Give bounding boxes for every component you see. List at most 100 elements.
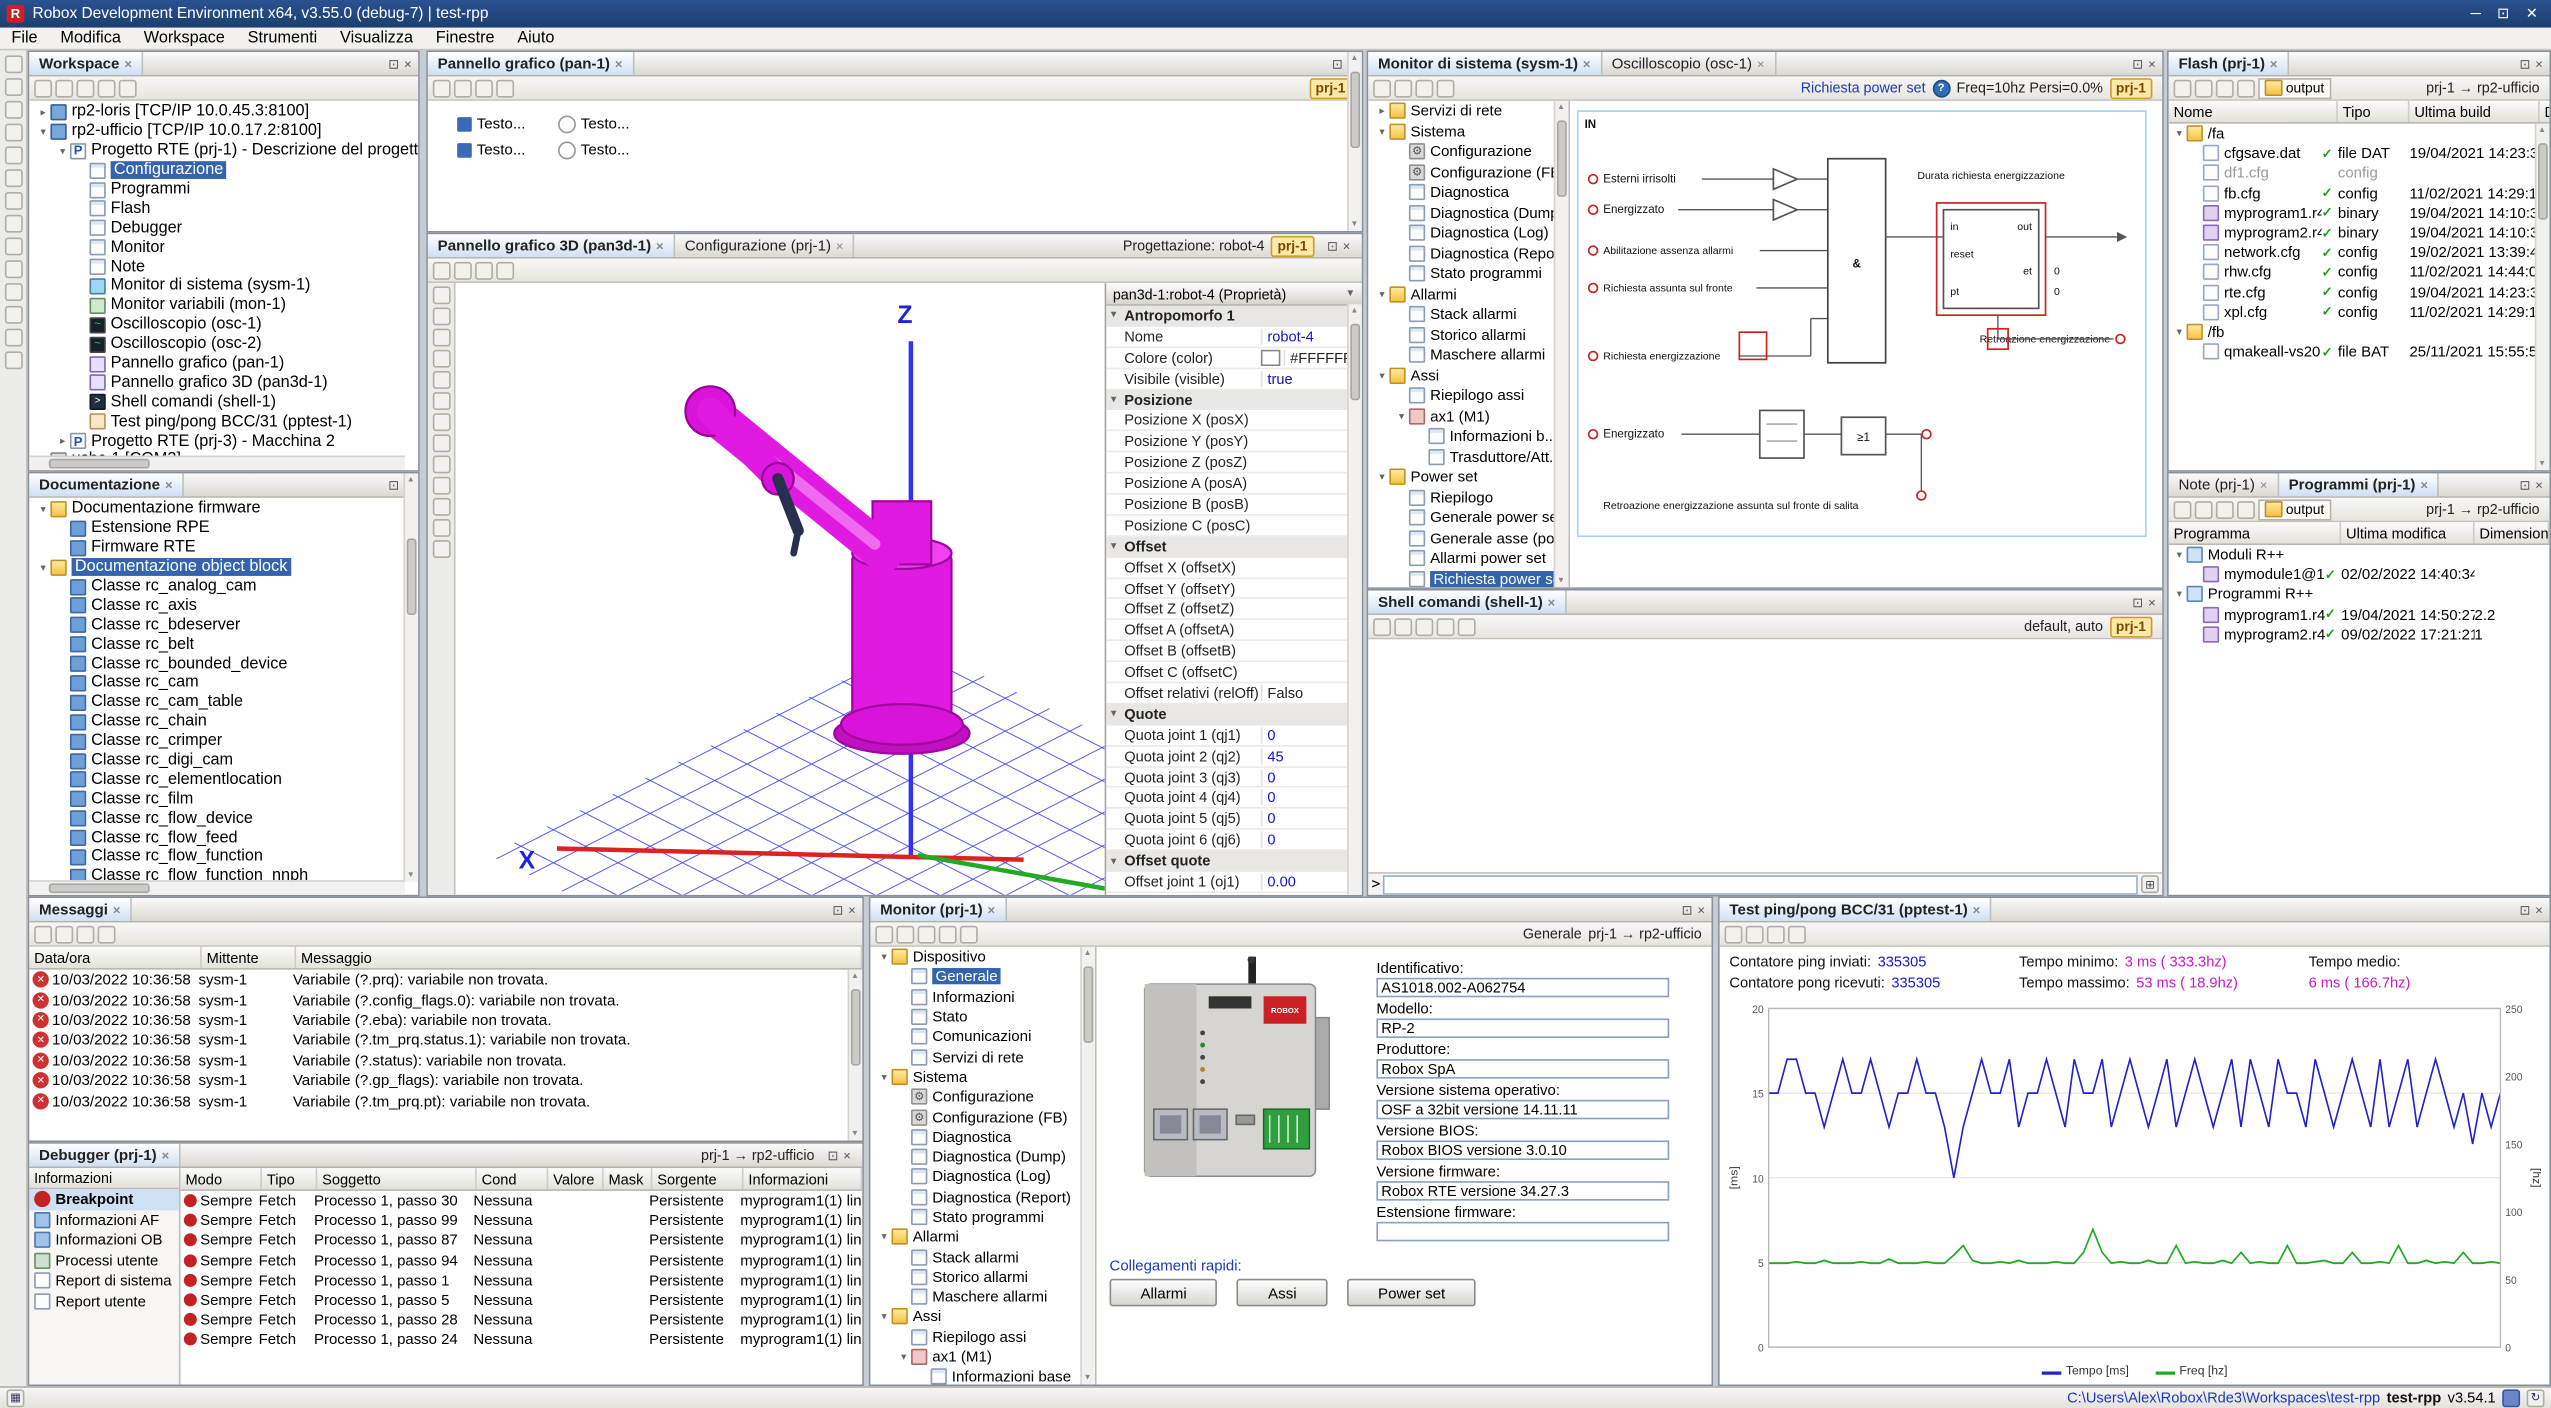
strip-tool-icon[interactable]	[4, 101, 22, 119]
tree-item[interactable]: Generale asse (pow...	[1368, 528, 1555, 548]
tree-item[interactable]: ▾ Sistema	[870, 1067, 1081, 1087]
property-row[interactable]: Posizione Z (posZ)	[1106, 453, 1348, 474]
tab-pptest[interactable]: Test ping/pong BCC/31 (pptest-1) ×	[1720, 898, 1992, 921]
tree-item[interactable]: ▾ Assi	[1368, 365, 1555, 385]
field-value-input[interactable]	[1376, 1100, 1669, 1120]
toolbar-icon[interactable]	[76, 79, 94, 97]
expander-icon[interactable]: ▾	[1111, 310, 1124, 321]
tab-workspace[interactable]: Workspace ×	[29, 52, 143, 75]
tree-item[interactable]: Diagnostica	[870, 1127, 1081, 1147]
expander-icon[interactable]: ▾	[877, 1070, 892, 1083]
breakpoint-row[interactable]: Sempre Fetch Processo 1, passo 5 Nessuna…	[181, 1290, 863, 1310]
panel-float-button[interactable]: ⊡	[1332, 56, 1343, 71]
tree-item[interactable]: ▾ rp2-ufficio [TCP/IP 10.0.17.2:8100]	[29, 122, 418, 141]
breakpoint-row[interactable]: Sempre Fetch Processo 1, passo 30 Nessun…	[181, 1191, 863, 1211]
quick-link-button[interactable]: Allarmi	[1110, 1279, 1218, 1307]
file-row[interactable]: rhw.cfg ✓ config 11/02/2021 14:44:00	[2169, 262, 2550, 282]
file-row[interactable]: rte.cfg ✓ config 19/04/2021 14:23:33	[2169, 282, 2550, 302]
menu-item[interactable]: File	[0, 28, 49, 49]
toolbar-icon[interactable]	[1394, 617, 1412, 635]
shell-command-input[interactable]	[1384, 874, 2138, 894]
expander-icon[interactable]: ▾	[877, 1230, 892, 1243]
expander-icon[interactable]: ▾	[1375, 125, 1390, 138]
property-row[interactable]: Offset Y (offsetY)	[1106, 578, 1348, 599]
breakpoint-row[interactable]: Sempre Fetch Processo 1, passo 1 Nessuna…	[181, 1270, 863, 1290]
tree-item[interactable]: Diagnostica (Report)	[1368, 243, 1555, 263]
vertical-scrollbar[interactable]	[1080, 947, 1095, 1385]
shell-send-icon[interactable]	[2141, 875, 2159, 893]
toolbar-icon[interactable]	[1373, 617, 1391, 635]
menu-item[interactable]: Strumenti	[236, 28, 328, 49]
column-header[interactable]: Tipo	[262, 1168, 317, 1189]
property-row[interactable]: Quota joint 1 (qj1) 0	[1106, 725, 1348, 746]
toolbar-icon[interactable]	[1725, 925, 1743, 943]
property-row[interactable]: Quota joint 4 (qj4) 0	[1106, 788, 1348, 809]
property-row[interactable]: ▾ Offset	[1106, 537, 1348, 558]
tree-item[interactable]: Configurazione (FB)	[1368, 162, 1555, 182]
tree-item[interactable]: ▾ Power set	[1368, 467, 1555, 487]
toolbar-icon[interactable]	[98, 79, 116, 97]
tree-item[interactable]: Stato	[870, 1007, 1081, 1027]
strip-tool-icon[interactable]	[4, 124, 22, 142]
close-icon[interactable]: ×	[2420, 478, 2428, 493]
program-row[interactable]: myprogram2.r4a ✓ 09/02/2022 17:21:21 1	[2169, 624, 2550, 644]
shell-mode-label[interactable]: default, auto	[2024, 618, 2103, 634]
file-row[interactable]: network.cfg ✓ config 19/02/2021 13:39:46	[2169, 243, 2550, 263]
tree-item[interactable]: Diagnostica	[1368, 182, 1555, 202]
expander-icon[interactable]: ▾	[1375, 369, 1390, 382]
view-tool-icon[interactable]	[432, 413, 450, 431]
expander-icon[interactable]: ▾	[1394, 410, 1409, 423]
tree-item[interactable]: ▾ Allarmi	[870, 1227, 1081, 1247]
property-row[interactable]: Offset C (offsetC)	[1106, 662, 1348, 683]
toolbar-icon[interactable]	[475, 79, 493, 97]
file-row[interactable]: df1.cfg config	[2169, 163, 2550, 183]
breakpoint-row[interactable]: Sempre Fetch Processo 1, passo 24 Nessun…	[181, 1330, 863, 1350]
strip-tool-icon[interactable]	[4, 78, 22, 96]
close-icon[interactable]: ×	[1757, 56, 1765, 71]
view-tool-icon[interactable]	[432, 286, 450, 304]
property-row[interactable]: Offset Z (offsetZ)	[1106, 599, 1348, 620]
close-button[interactable]: ✕	[2526, 5, 2538, 23]
expander-icon[interactable]: ▸	[36, 106, 51, 119]
tree-item[interactable]: Oscilloscopio (osc-1)	[29, 315, 418, 334]
menu-item[interactable]: Aiuto	[506, 28, 566, 49]
close-icon[interactable]: ×	[162, 1148, 170, 1163]
expander-icon[interactable]: ▾	[1375, 471, 1390, 484]
message-row[interactable]: 10/03/2022 10:36:58 sysm-1 Variabile (?.…	[29, 990, 862, 1010]
expander-icon[interactable]: ▾	[2172, 588, 2187, 601]
panel-text-item[interactable]: Testo...	[457, 116, 558, 132]
tree-item[interactable]: Stack allarmi	[870, 1247, 1081, 1267]
tree-item[interactable]: Monitor variabili (mon-1)	[29, 296, 418, 315]
close-icon[interactable]: ×	[113, 902, 121, 917]
tree-item[interactable]: ▾ Allarmi	[1368, 284, 1555, 304]
toolbar-icon[interactable]	[1373, 79, 1391, 97]
file-row[interactable]: fb.cfg ✓ config 11/02/2021 14:29:16	[2169, 183, 2550, 203]
minimize-button[interactable]: ─	[2471, 5, 2481, 23]
panel-float-button[interactable]: ⊡	[2519, 56, 2530, 71]
tree-item[interactable]: Classe rc_belt	[29, 635, 403, 654]
column-header[interactable]: Dimensione	[2540, 101, 2551, 122]
property-row[interactable]: Posizione C (posC)	[1106, 516, 1348, 537]
sidebar-item[interactable]: Breakpoint	[29, 1189, 179, 1209]
tree-item[interactable]: Classe rc_film	[29, 790, 403, 809]
property-row[interactable]: Quota joint 2 (qj2) 45	[1106, 746, 1348, 767]
toolbar-icon[interactable]	[896, 925, 914, 943]
sidebar-item[interactable]: Informazioni OB	[29, 1230, 179, 1250]
toolbar-icon[interactable]	[2216, 79, 2234, 97]
panel-float-button[interactable]: ⊡	[2132, 56, 2143, 71]
tree-item[interactable]: ▾ ax1 (M1)	[870, 1347, 1081, 1367]
breakpoint-row[interactable]: Sempre Fetch Processo 1, passo 94 Nessun…	[181, 1250, 863, 1270]
tree-item[interactable]: Allarmi power set	[1368, 548, 1555, 568]
property-row[interactable]: Offset B (offsetB)	[1106, 641, 1348, 662]
toolbar-icon[interactable]	[939, 925, 957, 943]
field-value-input[interactable]	[1376, 1059, 1669, 1079]
property-row[interactable]: ▾ Posizione	[1106, 390, 1348, 411]
column-header[interactable]: Nome	[2169, 101, 2338, 122]
property-row[interactable]: Posizione A (posA)	[1106, 474, 1348, 495]
strip-tool-icon[interactable]	[4, 215, 22, 233]
toolbar-icon[interactable]	[454, 261, 472, 279]
toolbar-icon[interactable]	[433, 79, 451, 97]
tree-item[interactable]: Maschere allarmi	[870, 1287, 1081, 1307]
tree-item[interactable]: ▾ Dispositivo	[870, 947, 1081, 967]
panel-close-button[interactable]: ×	[404, 56, 412, 71]
